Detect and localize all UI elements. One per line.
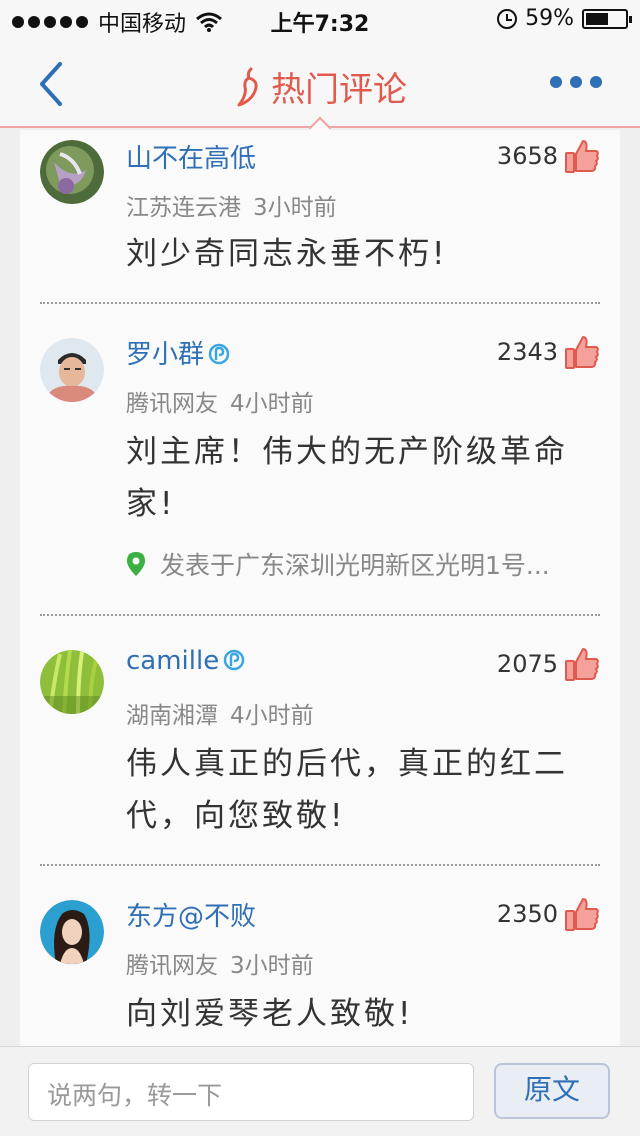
thumbs-up-icon [565,648,599,681]
posted-from-text: 发表于广东深圳光明新区光明1号... [160,551,550,580]
comment-posted-from[interactable]: 发表于广东深圳光明新区光明1号... [126,546,600,582]
bottom-bar: 说两句，转一下 原文 [0,1046,640,1136]
comment-location: 腾讯网友 [126,391,218,417]
comment-username[interactable]: camille [126,646,245,676]
comment-text: 伟人真正的后代，真正的红二代，向您致敬! [126,746,568,834]
divider [40,614,600,616]
thumbs-up-icon [565,336,599,369]
comment-time: 4小时前 [230,391,314,417]
comment-time: 3小时前 [230,953,314,979]
page-title: 热门评论 [0,62,640,111]
status-bar: 中国移动 上午7:32 59% [0,0,640,40]
avatar[interactable] [40,140,104,204]
comment-item: 山不在高低 3658 江苏连云港 3小时前 刘少奇同志永垂不朽! [20,130,620,304]
comment-location: 湖南湘潭 [126,703,218,729]
comment-text: 刘少奇同志永垂不朽! [126,236,448,272]
like-button[interactable]: 3658 [497,138,600,174]
verified-badge-icon [208,343,230,365]
like-button[interactable]: 2350 [497,896,600,932]
avatar[interactable] [40,338,104,402]
location-pin-icon [127,552,145,576]
comment-text: 刘主席！伟大的无产阶级革命家! [126,434,568,522]
comment-item: camille 2075 湖南湘潭 4小时前 伟人真正的后代，真正的红二代，向您致… [20,626,620,866]
page-title-text: 热门评论 [271,70,407,110]
comment-location: 江苏连云港 [126,195,241,221]
nav-bar: 热门评论 [0,40,640,128]
comment-meta: 腾讯网友 4小时前 [126,384,314,418]
battery-percent: 59% [525,6,574,31]
like-count: 2350 [496,900,558,928]
like-count: 2075 [496,650,558,678]
thumbs-up-icon [565,140,599,173]
comment-time: 4小时前 [230,703,314,729]
comment-username[interactable]: 罗小群 [126,334,230,371]
comment-input[interactable]: 说两句，转一下 [28,1063,474,1121]
comment-list[interactable]: 山不在高低 3658 江苏连云港 3小时前 刘少奇同志永垂不朽! 罗小群 234… [20,130,620,1046]
comment-meta: 江苏连云港 3小时前 [126,188,337,222]
like-count: 2343 [496,338,558,366]
divider [40,302,600,304]
status-right: 59% [497,6,632,31]
divider [40,864,600,866]
comment-username-text: camille [126,646,220,676]
like-count: 3658 [496,142,558,170]
comment-text: 向刘爱琴老人致敬! [126,996,414,1032]
like-button[interactable]: 2075 [497,646,600,682]
verified-badge-icon [223,649,245,671]
comment-item: 罗小群 2343 腾讯网友 4小时前 刘主席！伟大的无产阶级革命家! 发表于广东深… [20,314,620,616]
avatar[interactable] [40,650,104,714]
alarm-icon [497,8,518,29]
comment-username-text: 罗小群 [126,340,205,370]
battery-icon [582,8,632,29]
more-button[interactable] [550,76,602,88]
comment-meta: 湖南湘潭 4小时前 [126,696,314,730]
like-button[interactable]: 2343 [497,334,600,370]
comment-time: 3小时前 [253,195,337,221]
comment-username[interactable]: 山不在高低 [126,138,256,175]
comment-meta: 腾讯网友 3小时前 [126,946,314,980]
original-article-button[interactable]: 原文 [494,1063,610,1119]
thumbs-up-icon [565,898,599,931]
chili-pepper-icon [237,67,258,107]
more-dots-icon [550,76,562,88]
comment-item: 东方@不败 2350 腾讯网友 3小时前 向刘爱琴老人致敬! [20,876,620,1046]
avatar[interactable] [40,900,104,964]
comment-location: 腾讯网友 [126,953,218,979]
comment-username[interactable]: 东方@不败 [126,896,256,933]
